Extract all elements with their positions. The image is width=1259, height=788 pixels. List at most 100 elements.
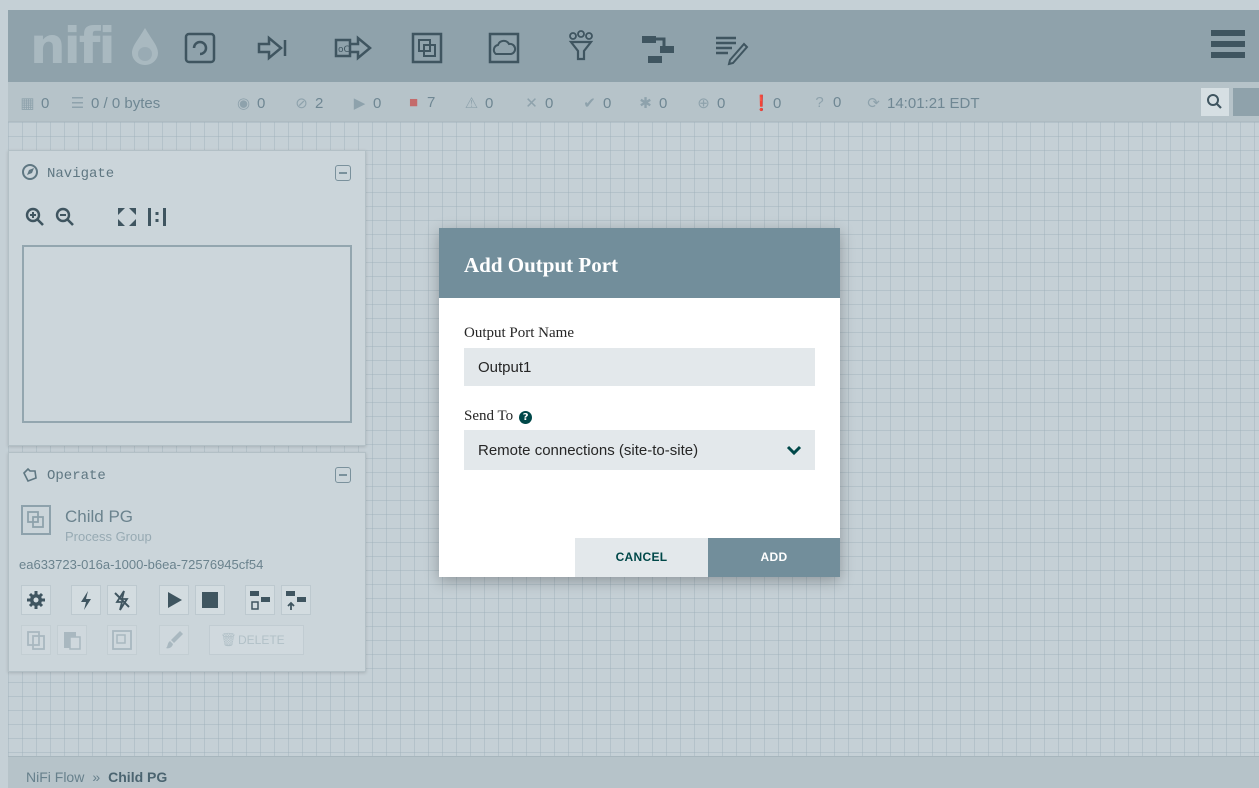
start-button[interactable] <box>159 585 189 615</box>
selected-component-name: Child PG <box>65 507 134 526</box>
search-button[interactable] <box>1201 88 1229 116</box>
breadcrumb-current: Child PG <box>108 769 168 785</box>
disable-button[interactable] <box>107 585 137 615</box>
template-icon[interactable] <box>636 26 680 70</box>
global-menu-button[interactable] <box>1211 30 1245 62</box>
invalid-stat: ⚠ 0 <box>464 95 494 112</box>
configure-button[interactable] <box>21 585 51 615</box>
add-output-port-dialog: Add Output Port Output Port Name Send To… <box>439 228 840 577</box>
disabled-icon: ✕ <box>525 95 538 112</box>
flow-status-bar: ▦ 0 ☰ 0 / 0 bytes ◉ 0 ⊘ 2 ▶ 0 ■ 7 ⚠ 0 ✕ 0 ✔ 0 ✱ 0 … <box>8 82 1259 122</box>
label-icon[interactable] <box>708 26 752 70</box>
nifi-drop-icon <box>132 28 158 65</box>
disabled-stat: ✕ 0 <box>525 95 554 112</box>
operate-title: Operate <box>21 465 106 484</box>
play-icon: ▶ <box>353 95 366 112</box>
up-to-date-stat: ✔ 0 <box>583 95 612 112</box>
copy-icon <box>27 631 45 650</box>
exclamation-icon: ❗ <box>752 95 771 112</box>
paintbrush-icon <box>166 631 183 649</box>
breadcrumb: NiFi Flow » Child PG <box>26 769 167 785</box>
paste-button[interactable] <box>57 625 87 655</box>
bulletin-board-button[interactable] <box>1233 88 1259 116</box>
stale-stat: ⊕ 0 <box>697 95 726 112</box>
operate-collapse-button[interactable] <box>335 467 351 483</box>
svg-text:oC: oC <box>338 45 350 55</box>
nifi-logo: nifi <box>30 17 116 75</box>
zoom-out-icon[interactable] <box>53 205 77 229</box>
birdseye-view[interactable] <box>22 245 352 423</box>
funnel-icon[interactable] <box>559 26 603 70</box>
not-transmitting-icon: ⊘ <box>295 95 308 112</box>
processor-icon[interactable] <box>178 26 222 70</box>
hand-pointer-icon <box>23 467 37 483</box>
play-icon <box>168 592 182 608</box>
lightning-icon <box>81 591 91 610</box>
process-group-icon <box>21 505 51 535</box>
selected-component-type: Process Group <box>65 529 152 544</box>
up-arrow-icon: ⊕ <box>697 95 710 112</box>
fit-icon[interactable] <box>115 205 139 229</box>
create-template-button[interactable] <box>245 585 275 615</box>
send-to-selected-value: Remote connections (site-to-site) <box>478 442 699 459</box>
help-icon[interactable]: ? <box>519 411 533 424</box>
breadcrumb-separator: » <box>92 769 101 785</box>
check-icon: ✔ <box>583 95 596 112</box>
send-to-label: Send To? <box>464 408 533 425</box>
zoom-in-icon[interactable] <box>23 205 47 229</box>
disabled-lightning-icon <box>114 590 130 611</box>
transmitting-icon: ◉ <box>236 95 251 112</box>
input-port-icon[interactable] <box>251 26 295 70</box>
trash-icon: 🗑 <box>220 632 237 647</box>
warning-icon: ⚠ <box>464 95 479 112</box>
process-group-icon[interactable] <box>405 26 449 70</box>
enable-button[interactable] <box>71 585 101 615</box>
top-toolbar: nifi oC <box>8 10 1259 82</box>
hamburger-icon <box>1211 30 1245 36</box>
send-to-select[interactable]: Remote connections (site-to-site) <box>464 430 815 470</box>
group-icon <box>112 630 132 650</box>
output-port-icon[interactable]: oC <box>330 26 374 70</box>
port-name-input[interactable] <box>464 348 815 386</box>
group-button[interactable] <box>107 625 137 655</box>
breadcrumb-root[interactable]: NiFi Flow <box>26 769 84 785</box>
queue-icon: ☰ <box>70 95 85 112</box>
refresh-icon: ⟳ <box>867 95 880 112</box>
add-button[interactable]: ADD <box>708 538 840 577</box>
stopped-stat: ■ 7 <box>406 94 435 111</box>
remote-process-group-icon[interactable] <box>482 26 526 70</box>
running-stat: ▶ 0 <box>353 95 382 112</box>
gear-icon <box>27 591 45 609</box>
queued-stat: ☰ 0 / 0 bytes <box>70 95 161 112</box>
port-name-label: Output Port Name <box>464 325 574 341</box>
color-button[interactable] <box>159 625 189 655</box>
dialog-header: Add Output Port <box>439 228 840 298</box>
copy-button[interactable] <box>21 625 51 655</box>
not-transmitting-stat: ⊘ 2 <box>295 95 324 112</box>
create-template-icon <box>250 591 270 610</box>
stop-icon <box>202 592 218 608</box>
breadcrumb-bar: NiFi Flow » Child PG <box>8 756 1259 788</box>
delete-button[interactable]: 🗑 DELETE <box>209 625 304 655</box>
asterisk-icon: ✱ <box>639 95 652 112</box>
compass-icon <box>22 164 38 180</box>
chevron-down-icon <box>786 445 802 456</box>
upload-template-icon <box>286 591 306 610</box>
upload-template-button[interactable] <box>281 585 311 615</box>
sync-failure-stat: ? 0 <box>812 94 841 111</box>
navigate-collapse-button[interactable] <box>335 165 351 181</box>
selected-component-id: ea633723-016a-1000-b6ea-72576945cf54 <box>19 557 264 572</box>
operate-panel: Operate Child PG Process Group ea633723-… <box>8 452 366 672</box>
threads-icon: ▦ <box>20 95 35 112</box>
search-icon <box>1207 94 1222 109</box>
actual-size-icon[interactable] <box>145 205 169 229</box>
stop-icon: ■ <box>408 94 419 111</box>
last-refreshed-stat[interactable]: ⟳ 14:01:21 EDT <box>866 94 979 112</box>
cancel-button[interactable]: CANCEL <box>575 538 708 577</box>
navigate-panel: Navigate <box>8 150 366 446</box>
locally-modified-stale-stat: ❗ 0 <box>752 95 782 112</box>
locally-modified-stat: ✱ 0 <box>639 95 668 112</box>
stop-button[interactable] <box>195 585 225 615</box>
navigate-title: Navigate <box>21 163 114 182</box>
question-icon: ? <box>815 94 824 111</box>
